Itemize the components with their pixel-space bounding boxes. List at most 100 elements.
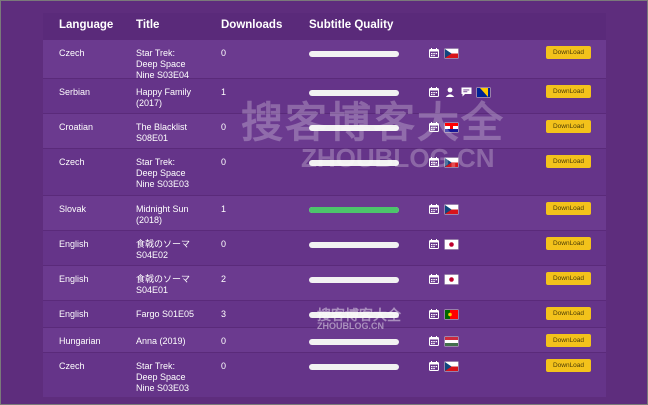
header-downloads: Downloads	[221, 19, 283, 31]
row-title[interactable]: Midnight Sun (2018)	[136, 204, 216, 226]
calendar-icon	[429, 48, 439, 58]
download-button[interactable]: DownLoad	[546, 334, 591, 347]
row-icons	[429, 336, 458, 346]
table-row: English 食戟のソーマ S04E01 2 DownLoad	[43, 265, 606, 300]
table-row: Hungarian Anna (2019) 0 DownLoad	[43, 327, 606, 352]
header-subtitle-quality: Subtitle Quality	[309, 19, 394, 31]
quality-bar	[309, 90, 399, 96]
table-row: Czech Star Trek: Deep Space Nine S03E03 0 Dow…	[43, 148, 606, 195]
row-title-line: Deep Space	[136, 59, 186, 69]
download-button[interactable]: DownLoad	[546, 237, 591, 250]
calendar-icon	[429, 274, 439, 284]
row-title[interactable]: Star Trek: Deep Space Nine S03E03	[136, 157, 216, 190]
calendar-icon	[429, 239, 439, 249]
download-button[interactable]: DownLoad	[546, 85, 591, 98]
row-title[interactable]: 食戟のソーマ S04E01	[136, 274, 216, 296]
table-row: Czech Star Trek: Deep Space Nine S03E03 0 Dow…	[43, 352, 606, 397]
row-title[interactable]: Happy Family (2017)	[136, 87, 216, 109]
table-row: Slovak Midnight Sun (2018) 1 DownLoad	[43, 195, 606, 230]
row-language: Hungarian	[59, 336, 101, 346]
row-title[interactable]: Star Trek: Deep Space Nine S03E03	[136, 361, 216, 394]
row-title-line: Anna (2019)	[136, 336, 186, 346]
flag-cz-icon	[445, 204, 458, 214]
row-title[interactable]: Fargo S01E05	[136, 309, 216, 320]
row-title-line: Star Trek:	[136, 48, 176, 58]
row-downloads: 0	[221, 157, 227, 167]
table-row: Serbian Happy Family (2017) 1 DownLoad	[43, 78, 606, 113]
row-downloads: 0	[221, 122, 227, 132]
row-icons	[429, 48, 458, 58]
download-button[interactable]: DownLoad	[546, 120, 591, 133]
header-language: Language	[59, 19, 114, 31]
row-title-line: (2018)	[136, 215, 163, 225]
table-row: Croatian The Blacklist S08E01 0 DownLoad	[43, 113, 606, 148]
quality-bar-fill	[309, 207, 399, 213]
table-row: Czech Star Trek: Deep Space Nine S03E04 0 Dow…	[43, 39, 606, 81]
row-title[interactable]: Anna (2019)	[136, 336, 216, 347]
row-title-line: Midnight Sun	[136, 204, 189, 214]
row-title-line: Nine S03E03	[136, 179, 190, 189]
row-title-line: S04E02	[136, 250, 169, 260]
quality-bar	[309, 125, 399, 131]
row-icons	[429, 361, 458, 371]
row-title[interactable]: Star Trek: Deep Space Nine S03E04	[136, 48, 216, 81]
page: Language Title Downloads Subtitle Qualit…	[0, 0, 648, 405]
row-title-line: 食戟のソーマ	[136, 239, 191, 249]
calendar-icon	[429, 309, 439, 319]
download-button[interactable]: DownLoad	[546, 359, 591, 372]
row-icons	[429, 239, 458, 249]
flag-hr-icon	[445, 122, 458, 132]
row-title[interactable]: 食戟のソーマ S04E02	[136, 239, 216, 261]
flag-cz-icon	[445, 361, 458, 371]
header-title: Title	[136, 19, 160, 31]
row-title-line: S08E01	[136, 133, 169, 143]
flag-ba-icon	[477, 87, 490, 97]
row-language: English	[59, 239, 89, 249]
quality-bar	[309, 51, 399, 57]
row-language: Slovak	[59, 204, 87, 214]
download-button[interactable]: DownLoad	[546, 155, 591, 168]
quality-bar	[309, 339, 399, 345]
table-row: English 食戟のソーマ S04E02 0 DownLoad	[43, 230, 606, 265]
row-title[interactable]: The Blacklist S08E01	[136, 122, 216, 144]
quality-bar	[309, 277, 399, 283]
calendar-icon	[429, 336, 439, 346]
calendar-icon	[429, 204, 439, 214]
download-button[interactable]: DownLoad	[546, 307, 591, 320]
flag-jp-icon	[445, 239, 458, 249]
quality-bar	[309, 160, 399, 166]
quality-bar	[309, 242, 399, 248]
subtitles-table: Language Title Downloads Subtitle Qualit…	[43, 13, 606, 397]
row-icons	[429, 274, 458, 284]
table-body: Czech Star Trek: Deep Space Nine S03E04 0 Dow…	[43, 39, 606, 397]
comment-icon[interactable]	[461, 87, 472, 97]
quality-bar	[309, 364, 399, 370]
row-language: Czech	[59, 157, 85, 167]
row-title-line: Fargo S01E05	[136, 309, 195, 319]
row-language: Czech	[59, 48, 85, 58]
flag-pt-icon	[445, 309, 458, 319]
quality-bar	[309, 207, 399, 213]
flag-cz-icon	[445, 157, 458, 167]
download-button[interactable]: DownLoad	[546, 46, 591, 59]
download-button[interactable]: DownLoad	[546, 202, 591, 215]
row-title-line: (2017)	[136, 98, 163, 108]
row-title-line: Nine S03E03	[136, 383, 190, 393]
flag-cz-icon	[445, 48, 458, 58]
row-icons	[429, 204, 458, 214]
row-language: English	[59, 274, 89, 284]
row-title-line: 食戟のソーマ	[136, 274, 191, 284]
flag-hu-icon	[445, 336, 458, 346]
row-language: Croatian	[59, 122, 94, 132]
row-downloads: 0	[221, 239, 227, 249]
user-icon[interactable]	[445, 87, 455, 97]
row-title-line: Deep Space	[136, 372, 186, 382]
row-language: English	[59, 309, 89, 319]
download-button[interactable]: DownLoad	[546, 272, 591, 285]
row-language: Czech	[59, 361, 85, 371]
calendar-icon	[429, 122, 439, 132]
row-title-line: Happy Family	[136, 87, 192, 97]
row-downloads: 1	[221, 204, 227, 214]
row-downloads: 2	[221, 274, 227, 284]
table-row: English Fargo S01E05 3 DownLoad	[43, 300, 606, 327]
